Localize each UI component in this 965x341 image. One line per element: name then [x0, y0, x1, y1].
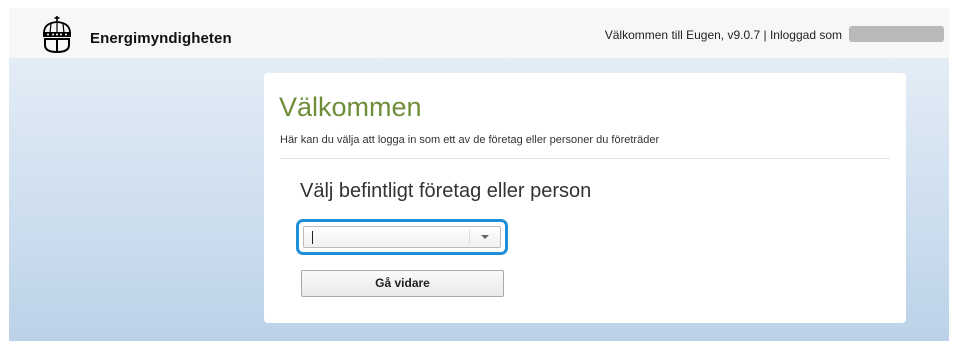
- text-cursor: [312, 231, 313, 244]
- page-title: Välkommen: [279, 92, 422, 122]
- crown-shield-icon: [43, 16, 71, 53]
- logged-in-username-redacted: [849, 26, 944, 42]
- select-separator: [469, 230, 470, 244]
- page-subtitle: Här kan du välja att logga in som ett av…: [280, 134, 660, 146]
- continue-button[interactable]: Gå vidare: [301, 270, 504, 297]
- select-heading: Välj befintligt företag eller person: [300, 180, 592, 202]
- top-bar: Energimyndigheten Välkommen till Eugen, …: [9, 8, 949, 58]
- divider: [280, 158, 890, 159]
- welcome-card: Välkommen Här kan du välja att logga in …: [264, 73, 906, 323]
- brand-name: Energimyndigheten: [90, 30, 232, 47]
- company-select-focus-ring: [296, 219, 508, 255]
- chevron-down-icon[interactable]: [481, 235, 489, 239]
- page-frame: Energimyndigheten Välkommen till Eugen, …: [9, 8, 949, 341]
- company-select[interactable]: [303, 226, 501, 248]
- welcome-status-text: Välkommen till Eugen, v9.0.7 | Inloggad …: [604, 28, 842, 42]
